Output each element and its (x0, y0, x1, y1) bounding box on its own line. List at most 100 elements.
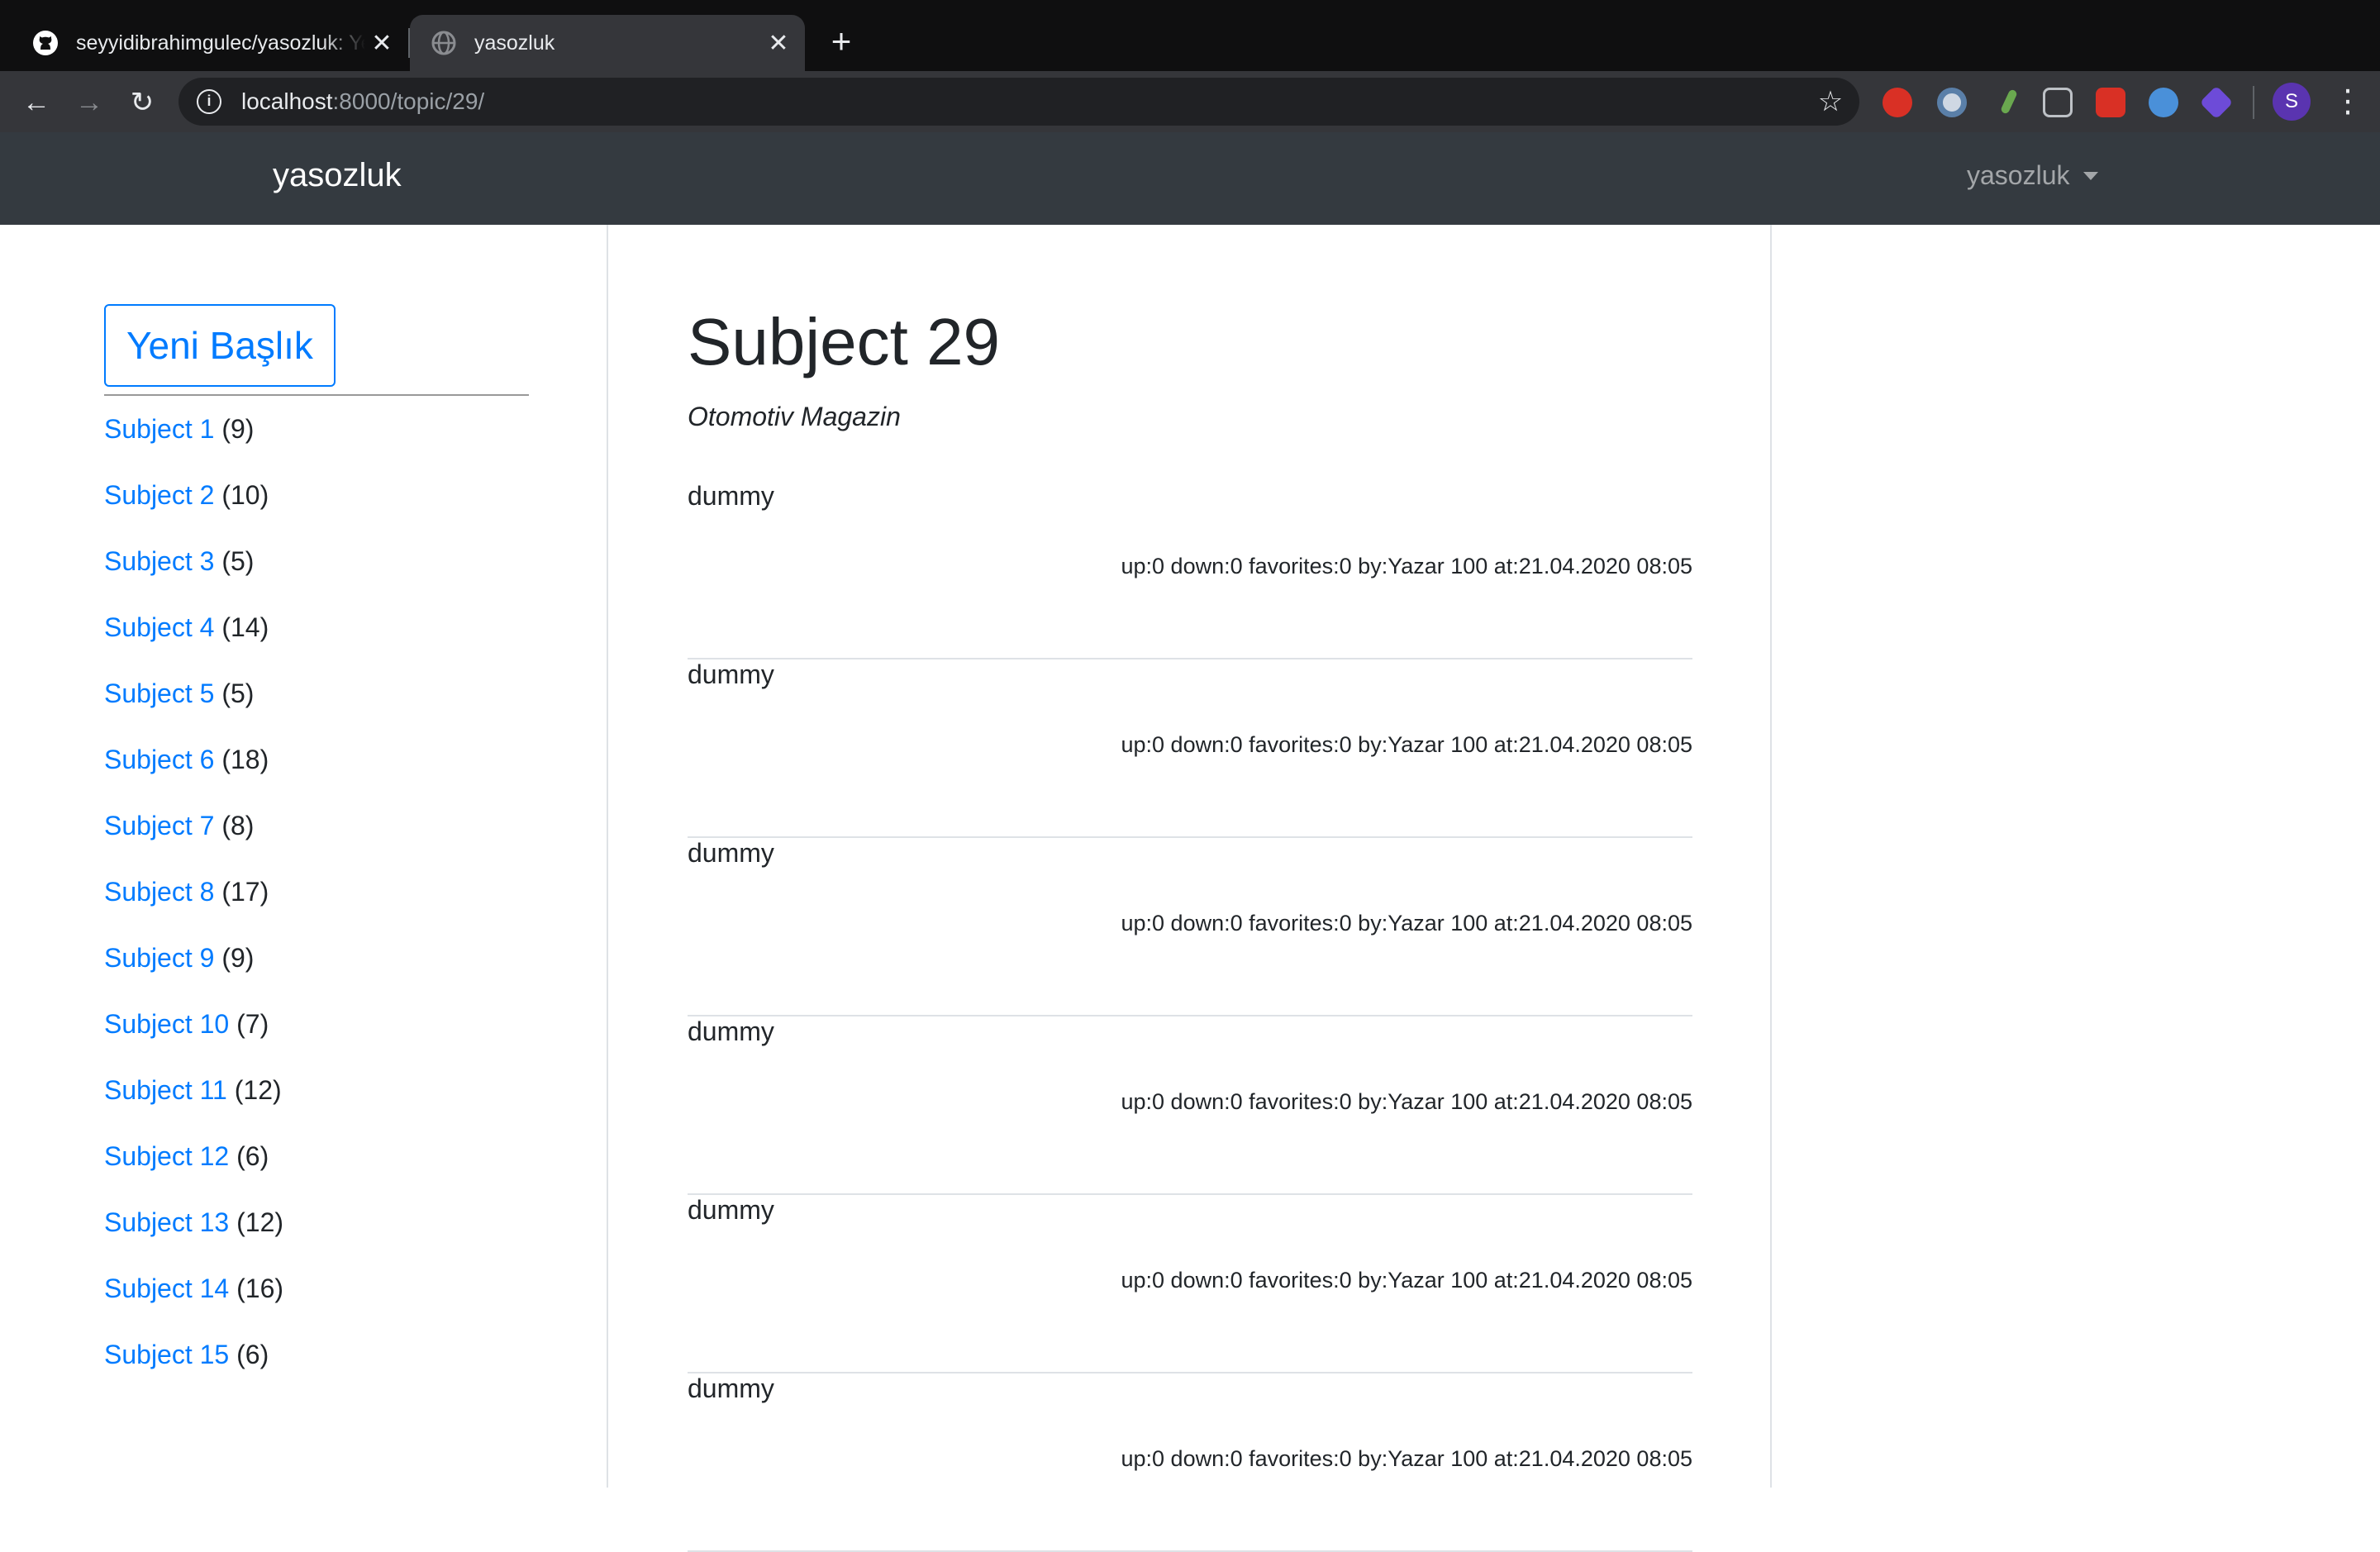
brand-link[interactable]: yasozluk (273, 157, 402, 194)
topic-count: (5) (221, 546, 255, 576)
topic-item: Subject 3 (5) (104, 540, 283, 607)
topic-item: Subject 10 (7) (104, 1003, 283, 1069)
topic-item: Subject 13 (12) (104, 1202, 283, 1268)
site-navbar: yasozluk yasozluk (0, 132, 2380, 225)
entry-text: dummy (688, 838, 774, 868)
github-icon (31, 29, 60, 57)
topic-count: (10) (221, 480, 269, 510)
reload-icon[interactable]: ↻ (124, 84, 160, 121)
address-bar[interactable]: i localhost:8000/topic/29/ ☆ (178, 78, 1859, 126)
topic-link[interactable]: Subject 2 (104, 480, 214, 510)
adblock-icon[interactable] (1883, 88, 1912, 117)
new-tab-button[interactable]: + (825, 24, 858, 59)
user-menu-label: yasozluk (1967, 160, 2070, 190)
topic-item: Subject 1 (9) (104, 408, 283, 474)
topic-link[interactable]: Subject 7 (104, 811, 214, 840)
topic-link[interactable]: Subject 13 (104, 1207, 229, 1237)
entry-text: dummy (688, 659, 774, 689)
entry: dummy up:0 down:0 favorites:0 by:Yazar 1… (688, 481, 1692, 659)
topic-link[interactable]: Subject 9 (104, 943, 214, 973)
column-divider (1770, 225, 1772, 1488)
caret-down-icon (2082, 171, 2098, 180)
pin-icon[interactable] (1993, 88, 2023, 117)
topic-link[interactable]: Subject 15 (104, 1340, 229, 1369)
topic-item: Subject 8 (17) (104, 871, 283, 937)
topic-item: Subject 11 (12) (104, 1069, 283, 1135)
entry-text: dummy (688, 1373, 774, 1403)
topic-list: Subject 1 (9) Subject 2 (10) Subject 3 (… (104, 408, 283, 1400)
topic-item: Subject 14 (16) (104, 1268, 283, 1334)
topic-item: Subject 2 (10) (104, 474, 283, 540)
browser-tab-active[interactable]: yasozluk ✕ (410, 15, 805, 71)
entry: dummy up:0 down:0 favorites:0 by:Yazar 1… (688, 659, 1692, 838)
tab-title: yasozluk (474, 31, 555, 55)
entry-meta: up:0 down:0 favorites:0 by:Yazar 100 at:… (1121, 554, 1693, 578)
entry: dummy up:0 down:0 favorites:0 by:Yazar 1… (688, 838, 1692, 1016)
star-icon[interactable]: ☆ (1815, 86, 1846, 117)
entry-meta: up:0 down:0 favorites:0 by:Yazar 100 at:… (1121, 1268, 1693, 1293)
topic-item: Subject 5 (5) (104, 673, 283, 739)
entry-meta: up:0 down:0 favorites:0 by:Yazar 100 at:… (1121, 732, 1693, 757)
entry-text: dummy (688, 1016, 774, 1046)
new-topic-button[interactable]: Yeni Başlık (104, 304, 336, 387)
user-menu-dropdown[interactable]: yasozluk (1967, 160, 2098, 191)
topic-item: Subject 6 (18) (104, 739, 283, 805)
topic-item: Subject 12 (6) (104, 1135, 283, 1202)
entry-meta: up:0 down:0 favorites:0 by:Yazar 100 at:… (1121, 911, 1693, 935)
url-path: :8000/topic/29/ (332, 88, 485, 114)
vimeo-icon[interactable] (2149, 88, 2178, 117)
sidebar: Yeni Başlık Subject 1 (9) Subject 2 (10)… (0, 225, 608, 1488)
glasses-icon[interactable] (2043, 88, 2073, 117)
info-icon[interactable]: i (197, 89, 221, 114)
topic-link[interactable]: Subject 11 (104, 1075, 227, 1105)
url-text[interactable]: localhost:8000/topic/29/ (241, 88, 484, 115)
entry-text: dummy (688, 481, 774, 511)
topic-item: Subject 4 (14) (104, 607, 283, 673)
topic-count: (7) (236, 1009, 269, 1039)
browser-tab[interactable]: seyyidibrahimgulec/yasozluk: Ye ✕ (0, 15, 408, 71)
topic-item: Subject 9 (9) (104, 937, 283, 1003)
topic-link[interactable]: Subject 4 (104, 612, 214, 642)
topic-count: (18) (221, 745, 269, 774)
tab-title: seyyidibrahimgulec/yasozluk: Ye (76, 31, 365, 55)
topic-count: (6) (236, 1141, 269, 1171)
topic-count: (5) (221, 678, 255, 708)
topic-link[interactable]: Subject 1 (104, 414, 214, 444)
extension-icon[interactable] (1937, 88, 1967, 117)
divider (104, 394, 529, 396)
topic-count: (12) (234, 1075, 282, 1105)
toolbar-separator (2253, 86, 2254, 119)
back-arrow-icon[interactable]: ← (18, 84, 55, 121)
close-icon[interactable]: ✕ (365, 26, 398, 60)
topic-link[interactable]: Subject 5 (104, 678, 214, 708)
page-title: Subject 29 (688, 305, 1001, 378)
globe-icon (430, 29, 458, 57)
topic-link[interactable]: Subject 10 (104, 1009, 229, 1039)
entry: dummy up:0 down:0 favorites:0 by:Yazar 1… (688, 1373, 1692, 1552)
topic-count: (8) (221, 811, 255, 840)
topic-count: (14) (221, 612, 269, 642)
entry: dummy up:0 down:0 favorites:0 by:Yazar 1… (688, 1016, 1692, 1195)
topic-category: Otomotiv Magazin (688, 402, 901, 431)
topic-link[interactable]: Subject 8 (104, 877, 214, 907)
profile-avatar[interactable]: S (2273, 83, 2311, 121)
browser-tab-strip: seyyidibrahimgulec/yasozluk: Ye ✕ yasozl… (0, 0, 2380, 71)
entry-meta: up:0 down:0 favorites:0 by:Yazar 100 at:… (1121, 1089, 1693, 1114)
menu-dots-icon[interactable]: ⋮ (2332, 83, 2363, 121)
entry-meta: up:0 down:0 favorites:0 by:Yazar 100 at:… (1121, 1446, 1693, 1471)
topic-count: (6) (236, 1340, 269, 1369)
entry: dummy up:0 down:0 favorites:0 by:Yazar 1… (688, 1195, 1692, 1373)
entry-list: dummy up:0 down:0 favorites:0 by:Yazar 1… (688, 481, 1692, 1552)
topic-count: (12) (236, 1207, 284, 1237)
topic-link[interactable]: Subject 12 (104, 1141, 229, 1171)
topic-link[interactable]: Subject 6 (104, 745, 214, 774)
video-icon[interactable] (2096, 88, 2125, 117)
topic-link[interactable]: Subject 14 (104, 1273, 229, 1303)
topic-count: (17) (221, 877, 269, 907)
topic-count: (9) (221, 414, 255, 444)
topic-item: Subject 7 (8) (104, 805, 283, 871)
forward-arrow-icon[interactable]: → (71, 84, 107, 121)
close-icon[interactable]: ✕ (762, 26, 795, 60)
topic-count: (9) (221, 943, 255, 973)
topic-link[interactable]: Subject 3 (104, 546, 214, 576)
